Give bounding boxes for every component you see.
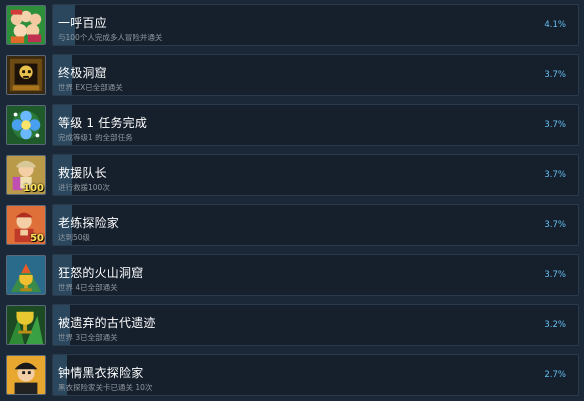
- unlock-percentage: 3.7%: [544, 70, 566, 80]
- achievement-description: 世界 EX已全部通关: [58, 83, 123, 92]
- achievement-title: 被遗弃的古代遗迹: [58, 316, 156, 330]
- progress-bar: 狂怒的火山洞窟 世界 4已全部通关 3.7%: [52, 254, 579, 296]
- crowd-icon: [6, 5, 46, 45]
- achievement-title: 狂怒的火山洞窟: [58, 266, 144, 280]
- achievement-title: 一呼百应: [58, 16, 107, 30]
- unlock-percentage: 3.7%: [544, 120, 566, 130]
- progress-bar: 一呼百应 与100个人完成多人冒险并通关 4.1%: [52, 4, 579, 46]
- veteran-explorer-icon: 50: [6, 205, 46, 245]
- achievement-row[interactable]: 被遗弃的古代遗迹 世界 3已全部通关 3.2%: [0, 300, 584, 350]
- cave-skull-icon: [6, 55, 46, 95]
- level-badge: 100: [23, 183, 44, 194]
- rescue-explorer-icon: 100: [6, 155, 46, 195]
- achievement-row[interactable]: 等级 1 任务完成 完成等级1 的全部任务 3.7%: [0, 100, 584, 150]
- achievement-description: 完成等级1 的全部任务: [58, 133, 133, 142]
- achievement-description: 进行救援100次: [58, 183, 110, 192]
- black-explorer-icon: [6, 355, 46, 395]
- progress-bar: 救援队长 进行救援100次 3.7%: [52, 154, 579, 196]
- achievement-title: 救援队长: [58, 166, 107, 180]
- achievement-row[interactable]: 终极洞窟 世界 EX已全部通关 3.7%: [0, 50, 584, 100]
- unlock-percentage: 3.7%: [544, 170, 566, 180]
- achievement-row[interactable]: 50 老练探险家 达到50级 3.7%: [0, 200, 584, 250]
- achievement-description: 黑衣探险家关卡已通关 10次: [58, 383, 153, 392]
- achievement-list: 一呼百应 与100个人完成多人冒险并通关 4.1% 终极洞窟 世界 EX已全部通…: [0, 0, 584, 401]
- achievement-description: 世界 4已全部通关: [58, 283, 118, 292]
- achievement-description: 世界 3已全部通关: [58, 333, 118, 342]
- blue-flower-icon: [6, 105, 46, 145]
- progress-bar: 老练探险家 达到50级 3.7%: [52, 204, 579, 246]
- unlock-percentage: 3.7%: [544, 270, 566, 280]
- progress-bar: 等级 1 任务完成 完成等级1 的全部任务 3.7%: [52, 104, 579, 146]
- achievement-row[interactable]: 100 救援队长 进行救援100次 3.7%: [0, 150, 584, 200]
- unlock-percentage: 3.7%: [544, 220, 566, 230]
- unlock-percentage: 2.7%: [544, 370, 566, 380]
- progress-bar: 终极洞窟 世界 EX已全部通关 3.7%: [52, 54, 579, 96]
- level-badge: 50: [30, 233, 44, 244]
- achievement-title: 钟情黑衣探险家: [58, 366, 144, 380]
- achievement-title: 终极洞窟: [58, 66, 107, 80]
- achievement-row[interactable]: 一呼百应 与100个人完成多人冒险并通关 4.1%: [0, 0, 584, 50]
- achievement-description: 达到50级: [58, 233, 91, 242]
- unlock-percentage: 3.2%: [544, 320, 566, 330]
- progress-bar: 被遗弃的古代遗迹 世界 3已全部通关 3.2%: [52, 304, 579, 346]
- achievement-description: 与100个人完成多人冒险并通关: [58, 33, 163, 42]
- achievement-row[interactable]: 狂怒的火山洞窟 世界 4已全部通关 3.7%: [0, 250, 584, 300]
- achievement-title: 等级 1 任务完成: [58, 116, 148, 130]
- unlock-percentage: 4.1%: [544, 20, 566, 30]
- achievement-row[interactable]: 钟情黑衣探险家 黑衣探险家关卡已通关 10次 2.7%: [0, 350, 584, 400]
- progress-bar: 钟情黑衣探险家 黑衣探险家关卡已通关 10次 2.7%: [52, 354, 579, 396]
- achievement-title: 老练探险家: [58, 216, 120, 230]
- ruins-trophy-icon: [6, 305, 46, 345]
- volcano-trophy-icon: [6, 255, 46, 295]
